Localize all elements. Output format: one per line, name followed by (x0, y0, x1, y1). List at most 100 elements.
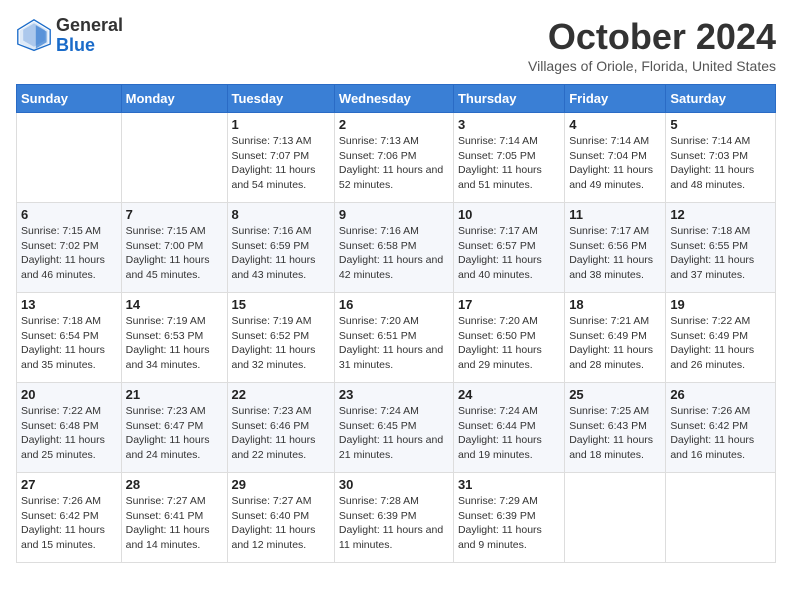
day-info: Sunrise: 7:25 AMSunset: 6:43 PMDaylight:… (569, 404, 661, 463)
calendar-cell: 6 Sunrise: 7:15 AMSunset: 7:02 PMDaylight… (17, 203, 122, 293)
calendar-table: SundayMondayTuesdayWednesdayThursdayFrid… (16, 84, 776, 563)
day-info: Sunrise: 7:17 AMSunset: 6:56 PMDaylight:… (569, 224, 661, 283)
day-info: Sunrise: 7:14 AMSunset: 7:03 PMDaylight:… (670, 134, 771, 193)
day-number: 12 (670, 207, 771, 222)
day-number: 21 (126, 387, 223, 402)
calendar-cell: 8 Sunrise: 7:16 AMSunset: 6:59 PMDaylight… (227, 203, 334, 293)
day-number: 23 (339, 387, 449, 402)
day-info: Sunrise: 7:23 AMSunset: 6:46 PMDaylight:… (232, 404, 330, 463)
day-info: Sunrise: 7:26 AMSunset: 6:42 PMDaylight:… (21, 494, 117, 553)
day-number: 19 (670, 297, 771, 312)
day-number: 3 (458, 117, 560, 132)
calendar-cell: 27 Sunrise: 7:26 AMSunset: 6:42 PMDayligh… (17, 473, 122, 563)
day-number: 6 (21, 207, 117, 222)
logo-text: General Blue (56, 16, 123, 56)
calendar-cell (17, 113, 122, 203)
logo-icon (16, 18, 52, 54)
day-info: Sunrise: 7:17 AMSunset: 6:57 PMDaylight:… (458, 224, 560, 283)
day-number: 14 (126, 297, 223, 312)
day-info: Sunrise: 7:16 AMSunset: 6:59 PMDaylight:… (232, 224, 330, 283)
calendar-cell: 11 Sunrise: 7:17 AMSunset: 6:56 PMDayligh… (565, 203, 666, 293)
calendar-cell (121, 113, 227, 203)
day-info: Sunrise: 7:13 AMSunset: 7:06 PMDaylight:… (339, 134, 449, 193)
day-info: Sunrise: 7:16 AMSunset: 6:58 PMDaylight:… (339, 224, 449, 283)
day-number: 13 (21, 297, 117, 312)
calendar-cell: 17Sunrise: 7:20 AMSunset: 6:50 PMDayligh… (453, 293, 564, 383)
day-info: Sunrise: 7:13 AMSunset: 7:07 PMDaylight:… (232, 134, 330, 193)
day-number: 2 (339, 117, 449, 132)
day-number: 15 (232, 297, 330, 312)
calendar-cell: 13 Sunrise: 7:18 AMSunset: 6:54 PMDayligh… (17, 293, 122, 383)
day-number: 24 (458, 387, 560, 402)
logo: General Blue (16, 16, 123, 56)
calendar-cell: 22 Sunrise: 7:23 AMSunset: 6:46 PMDayligh… (227, 383, 334, 473)
day-number: 16 (339, 297, 449, 312)
day-number: 11 (569, 207, 661, 222)
calendar-cell: 2 Sunrise: 7:13 AMSunset: 7:06 PMDaylight… (334, 113, 453, 203)
calendar-cell: 12 Sunrise: 7:18 AMSunset: 6:55 PMDayligh… (666, 203, 776, 293)
day-info: Sunrise: 7:24 AMSunset: 6:45 PMDaylight:… (339, 404, 449, 463)
calendar-week-2: 6 Sunrise: 7:15 AMSunset: 7:02 PMDaylight… (17, 203, 776, 293)
title-block: October 2024 Villages of Oriole, Florida… (528, 16, 776, 74)
calendar-cell: 9 Sunrise: 7:16 AMSunset: 6:58 PMDaylight… (334, 203, 453, 293)
calendar-cell: 23 Sunrise: 7:24 AMSunset: 6:45 PMDayligh… (334, 383, 453, 473)
month-title: October 2024 (528, 16, 776, 58)
calendar-cell: 5 Sunrise: 7:14 AMSunset: 7:03 PMDaylight… (666, 113, 776, 203)
day-number: 9 (339, 207, 449, 222)
calendar-cell: 16Sunrise: 7:20 AMSunset: 6:51 PMDayligh… (334, 293, 453, 383)
calendar-cell: 14 Sunrise: 7:19 AMSunset: 6:53 PMDayligh… (121, 293, 227, 383)
day-info: Sunrise: 7:29 AMSunset: 6:39 PMDaylight:… (458, 494, 560, 553)
day-info: Sunrise: 7:19 AMSunset: 6:53 PMDaylight:… (126, 314, 223, 373)
calendar-cell: 25 Sunrise: 7:25 AMSunset: 6:43 PMDayligh… (565, 383, 666, 473)
calendar-week-4: 20 Sunrise: 7:22 AMSunset: 6:48 PMDayligh… (17, 383, 776, 473)
calendar-week-1: 1 Sunrise: 7:13 AMSunset: 7:07 PMDaylight… (17, 113, 776, 203)
day-number: 28 (126, 477, 223, 492)
day-info: Sunrise: 7:18 AMSunset: 6:54 PMDaylight:… (21, 314, 117, 373)
day-info: Sunrise: 7:14 AMSunset: 7:05 PMDaylight:… (458, 134, 560, 193)
calendar-cell: 30Sunrise: 7:28 AMSunset: 6:39 PMDayligh… (334, 473, 453, 563)
day-info: Sunrise: 7:15 AMSunset: 7:02 PMDaylight:… (21, 224, 117, 283)
day-info: Sunrise: 7:14 AMSunset: 7:04 PMDaylight:… (569, 134, 661, 193)
day-number: 30 (339, 477, 449, 492)
calendar-cell: 26Sunrise: 7:26 AMSunset: 6:42 PMDayligh… (666, 383, 776, 473)
day-info: Sunrise: 7:24 AMSunset: 6:44 PMDaylight:… (458, 404, 560, 463)
day-number: 1 (232, 117, 330, 132)
day-info: Sunrise: 7:18 AMSunset: 6:55 PMDaylight:… (670, 224, 771, 283)
day-info: Sunrise: 7:27 AMSunset: 6:40 PMDaylight:… (232, 494, 330, 553)
day-number: 18 (569, 297, 661, 312)
calendar-cell: 4Sunrise: 7:14 AMSunset: 7:04 PMDaylight… (565, 113, 666, 203)
calendar-cell: 24 Sunrise: 7:24 AMSunset: 6:44 PMDayligh… (453, 383, 564, 473)
day-info: Sunrise: 7:23 AMSunset: 6:47 PMDaylight:… (126, 404, 223, 463)
calendar-cell (666, 473, 776, 563)
calendar-cell: 15 Sunrise: 7:19 AMSunset: 6:52 PMDayligh… (227, 293, 334, 383)
day-number: 29 (232, 477, 330, 492)
calendar-cell: 19 Sunrise: 7:22 AMSunset: 6:49 PMDayligh… (666, 293, 776, 383)
calendar-cell (565, 473, 666, 563)
day-number: 20 (21, 387, 117, 402)
day-header-sunday: Sunday (17, 85, 122, 113)
page-header: General Blue October 2024 Villages of Or… (16, 16, 776, 74)
day-header-thursday: Thursday (453, 85, 564, 113)
day-number: 25 (569, 387, 661, 402)
day-info: Sunrise: 7:19 AMSunset: 6:52 PMDaylight:… (232, 314, 330, 373)
day-number: 27 (21, 477, 117, 492)
calendar-week-3: 13 Sunrise: 7:18 AMSunset: 6:54 PMDayligh… (17, 293, 776, 383)
calendar-week-5: 27 Sunrise: 7:26 AMSunset: 6:42 PMDayligh… (17, 473, 776, 563)
day-number: 8 (232, 207, 330, 222)
day-number: 22 (232, 387, 330, 402)
day-info: Sunrise: 7:26 AMSunset: 6:42 PMDaylight:… (670, 404, 771, 463)
calendar-cell: 29 Sunrise: 7:27 AMSunset: 6:40 PMDayligh… (227, 473, 334, 563)
day-header-friday: Friday (565, 85, 666, 113)
calendar-cell: 31 Sunrise: 7:29 AMSunset: 6:39 PMDayligh… (453, 473, 564, 563)
day-number: 5 (670, 117, 771, 132)
day-header-tuesday: Tuesday (227, 85, 334, 113)
day-header-wednesday: Wednesday (334, 85, 453, 113)
day-number: 31 (458, 477, 560, 492)
calendar-cell: 18Sunrise: 7:21 AMSunset: 6:49 PMDayligh… (565, 293, 666, 383)
days-header-row: SundayMondayTuesdayWednesdayThursdayFrid… (17, 85, 776, 113)
calendar-cell: 28Sunrise: 7:27 AMSunset: 6:41 PMDayligh… (121, 473, 227, 563)
location: Villages of Oriole, Florida, United Stat… (528, 58, 776, 74)
day-info: Sunrise: 7:22 AMSunset: 6:49 PMDaylight:… (670, 314, 771, 373)
calendar-cell: 1 Sunrise: 7:13 AMSunset: 7:07 PMDaylight… (227, 113, 334, 203)
day-info: Sunrise: 7:22 AMSunset: 6:48 PMDaylight:… (21, 404, 117, 463)
